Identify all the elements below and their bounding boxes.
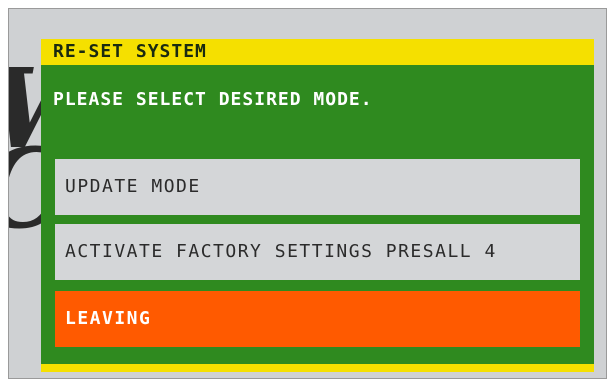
reset-system-dialog: RE-SET SYSTEM PLEASE SELECT DESIRED MODE… — [41, 39, 594, 372]
option-update-mode[interactable]: UPDATE MODE — [55, 159, 580, 215]
dialog-title: RE-SET SYSTEM — [41, 39, 594, 65]
option-leaving[interactable]: LEAVING — [55, 291, 580, 347]
dialog-prompt: PLEASE SELECT DESIRED MODE. — [53, 89, 373, 110]
bottom-strip — [41, 364, 594, 372]
option-activate-factory-settings[interactable]: ACTIVATE FACTORY SETTINGS PRESALL 4 — [55, 224, 580, 280]
display-screen: W C RE-SET SYSTEM PLEASE SELECT DESIRED … — [8, 8, 607, 379]
